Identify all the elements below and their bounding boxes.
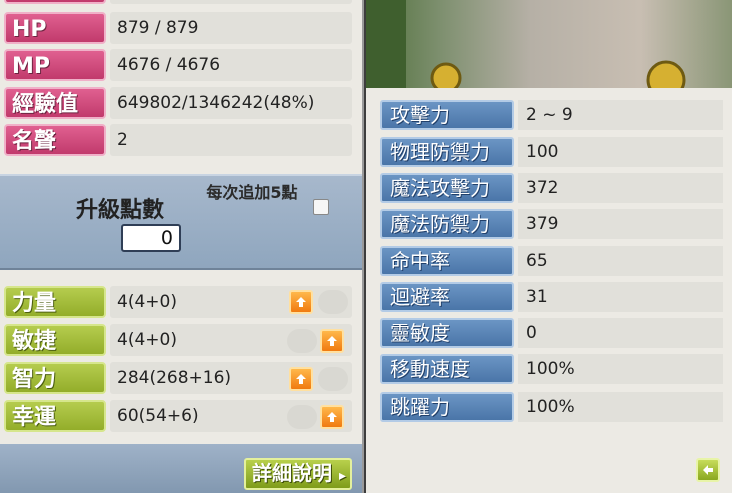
chevron-right-icon: ▸ xyxy=(338,468,346,484)
int-value: 284(268+16) xyxy=(110,362,352,394)
magic-atk-label: 魔法攻擊力 xyxy=(380,173,514,203)
speed-value: 100% xyxy=(518,354,723,384)
evasion-label: 迴避率 xyxy=(380,282,514,312)
handiness-value: 0 xyxy=(518,318,723,348)
jump-value: 100% xyxy=(518,392,723,422)
back-arrow-icon[interactable] xyxy=(696,458,720,482)
exp-label: 經驗值 xyxy=(4,87,106,119)
level-points-label: 升級點數 xyxy=(76,198,165,223)
game-scene-background xyxy=(366,0,732,88)
attack-label: 攻擊力 xyxy=(380,100,514,130)
mp-value: 4676 / 4676 xyxy=(110,49,352,81)
detail-stats-panel: 攻擊力 2 ~ 9 物理防禦力 100 魔法攻擊力 372 魔法防禦力 379 … xyxy=(366,88,732,493)
level-points-field: 0 xyxy=(121,224,181,252)
fame-value: 2 xyxy=(110,124,352,156)
accuracy-label: 命中率 xyxy=(380,246,514,276)
str-value: 4(4+0) xyxy=(110,286,352,318)
stat-label-cut xyxy=(4,0,106,4)
speed-label: 移動速度 xyxy=(380,354,514,384)
accuracy-value: 65 xyxy=(518,246,723,276)
phys-def-value: 100 xyxy=(518,137,723,167)
dex-slot xyxy=(287,329,317,353)
int-label: 智力 xyxy=(4,362,106,394)
detail-button-label: 詳細說明 xyxy=(252,461,332,485)
stat-value-cut xyxy=(110,0,352,4)
magic-atk-value: 372 xyxy=(518,173,723,203)
handiness-label: 靈敏度 xyxy=(380,318,514,348)
luk-up-arrow-icon[interactable] xyxy=(320,405,344,429)
mp-label: MP xyxy=(4,49,106,81)
hp-label: HP xyxy=(4,12,106,44)
detail-button[interactable]: 詳細說明 ▸ xyxy=(244,458,352,490)
magic-def-label: 魔法防禦力 xyxy=(380,209,514,239)
fame-label: 名聲 xyxy=(4,124,106,156)
luk-slot xyxy=(287,405,317,429)
str-up-arrow-icon[interactable] xyxy=(289,290,313,314)
int-slot xyxy=(318,367,348,391)
luk-label: 幸運 xyxy=(4,400,106,432)
exp-value: 649802/1346242(48%) xyxy=(110,87,352,119)
str-slot xyxy=(318,290,348,314)
str-label: 力量 xyxy=(4,286,106,318)
character-stats-panel: HP 879 / 879 MP 4676 / 4676 經驗值 649802/1… xyxy=(0,0,364,493)
dex-up-arrow-icon[interactable] xyxy=(320,329,344,353)
level-points-box: 升級點數 0 每次追加5點 xyxy=(0,174,362,270)
int-up-arrow-icon[interactable] xyxy=(289,367,313,391)
evasion-value: 31 xyxy=(518,282,723,312)
magic-def-value: 379 xyxy=(518,209,723,239)
auto-add-label: 每次追加5點 xyxy=(206,183,298,202)
auto-add-checkbox[interactable] xyxy=(313,199,329,215)
dex-label: 敏捷 xyxy=(4,324,106,356)
hp-value: 879 / 879 xyxy=(110,12,352,44)
jump-label: 跳躍力 xyxy=(380,392,514,422)
attack-value: 2 ~ 9 xyxy=(518,100,723,130)
phys-def-label: 物理防禦力 xyxy=(380,137,514,167)
